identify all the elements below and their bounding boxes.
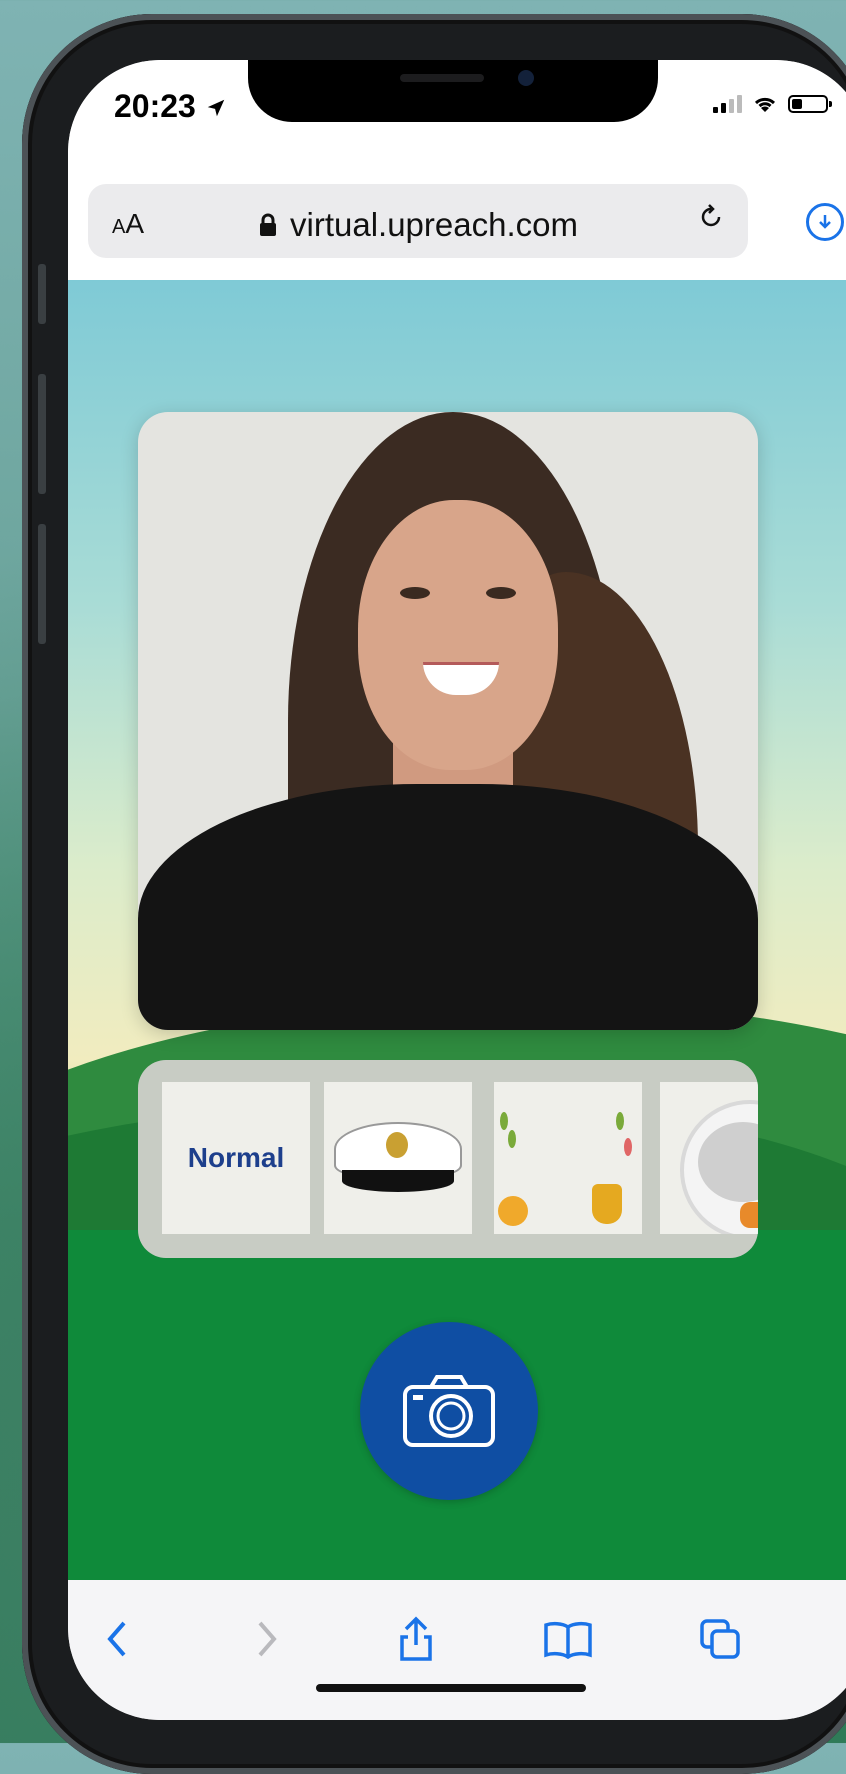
volume-up-button: [38, 374, 46, 494]
share-icon: [400, 1616, 432, 1661]
browser-header: AA virtual.upreach.com: [68, 160, 846, 280]
filter-carousel[interactable]: Normal: [138, 1060, 758, 1258]
camera-preview: [138, 412, 758, 1030]
bookmarks-button[interactable]: [538, 1614, 598, 1664]
front-camera: [518, 70, 534, 86]
tabs-icon: [700, 1619, 740, 1659]
preview-shirt: [138, 784, 758, 1030]
camera-icon: [403, 1375, 495, 1447]
filter-astronaut-helmet[interactable]: [660, 1082, 758, 1234]
filter-normal-label: Normal: [187, 1142, 285, 1173]
home-indicator: [316, 1684, 586, 1692]
preview-eye: [486, 587, 516, 599]
wifi-icon: [754, 97, 776, 112]
preview-eye: [400, 587, 430, 599]
forward-button[interactable]: [236, 1614, 296, 1664]
filter-captain-hat[interactable]: [324, 1082, 472, 1234]
chevron-right-icon: [258, 1621, 277, 1657]
address-bar[interactable]: AA virtual.upreach.com: [88, 184, 748, 258]
filter-normal[interactable]: Normal: [162, 1082, 310, 1234]
battery-icon: [788, 95, 832, 113]
tabs-button[interactable]: [690, 1614, 750, 1664]
phone-screen: 20:23 AA virtual.upreach.com Normal: [68, 60, 846, 1720]
location-arrow-icon: [207, 99, 224, 117]
cellular-signal-icon: [713, 95, 742, 113]
browser-toolbar: [68, 1580, 846, 1720]
volume-down-button: [38, 524, 46, 644]
mute-switch: [38, 264, 46, 324]
book-icon: [544, 1621, 592, 1659]
url-text: virtual.upreach.com: [290, 206, 578, 243]
preview-face: [358, 500, 558, 770]
download-icon[interactable]: [806, 203, 844, 241]
earpiece: [400, 74, 484, 82]
status-time: 20:23: [114, 88, 227, 125]
capture-button[interactable]: [360, 1322, 538, 1500]
notch: [248, 60, 658, 122]
reload-icon[interactable]: [696, 202, 726, 241]
chevron-left-icon: [107, 1621, 126, 1657]
web-content: Normal: [68, 280, 846, 1580]
status-icons: [713, 94, 832, 114]
text-size-button[interactable]: AA: [112, 208, 144, 240]
back-button[interactable]: [88, 1614, 148, 1664]
url-display[interactable]: virtual.upreach.com: [258, 206, 578, 244]
filter-awards[interactable]: [494, 1082, 642, 1234]
lock-icon: [260, 213, 276, 236]
share-button[interactable]: [386, 1614, 446, 1664]
